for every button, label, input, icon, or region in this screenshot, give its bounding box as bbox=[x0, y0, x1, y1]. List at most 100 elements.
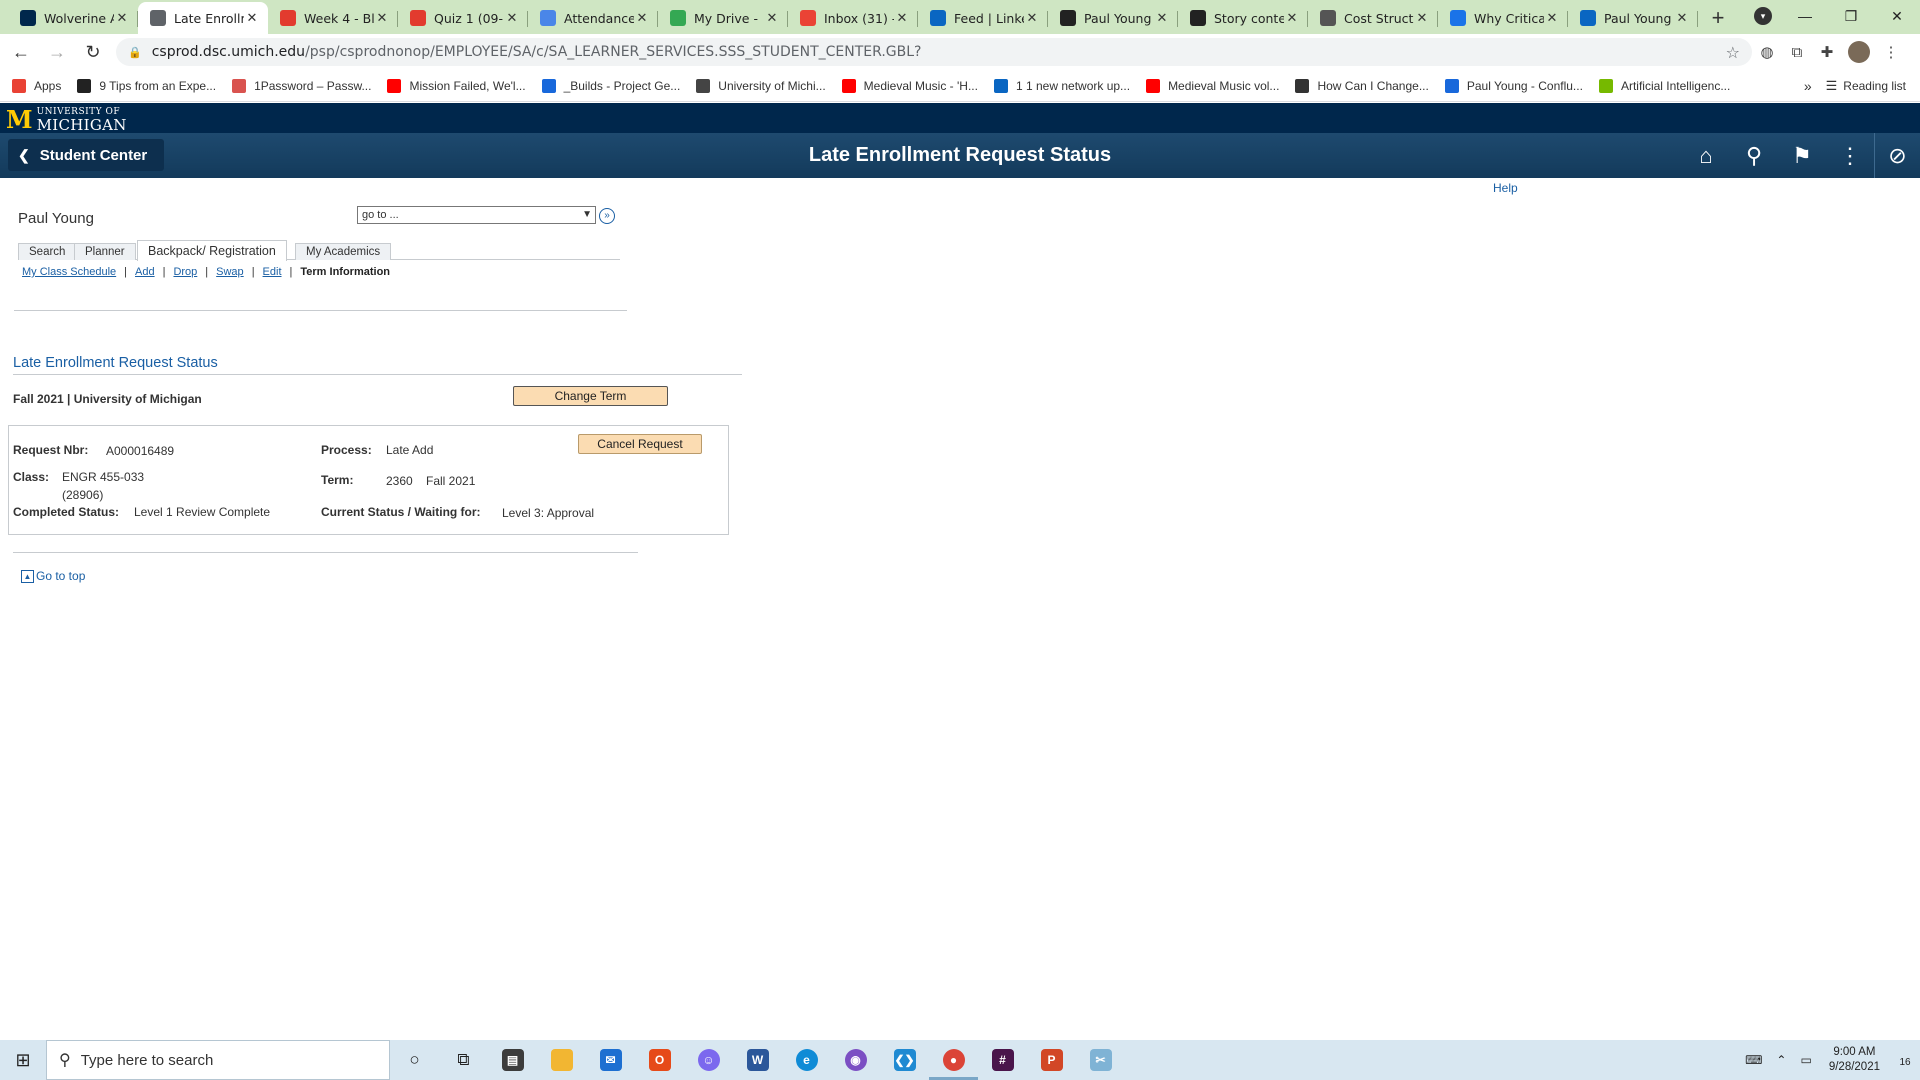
powerpoint-icon[interactable]: P bbox=[1027, 1040, 1076, 1080]
taskbar-search-box[interactable]: ⚲ Type here to search bbox=[46, 1040, 390, 1080]
bookmark-item[interactable]: 9 Tips from an Expe... bbox=[77, 78, 216, 93]
reload-icon[interactable]: ↻ bbox=[78, 37, 108, 67]
subnav-my-class-schedule[interactable]: My Class Schedule bbox=[22, 266, 116, 278]
more-bookmarks-icon[interactable]: » bbox=[1804, 78, 1812, 94]
screen-capture-icon[interactable]: ⧉ bbox=[1782, 44, 1812, 61]
university-logo[interactable]: M UNIVERSITY OF MICHIGAN bbox=[6, 107, 127, 133]
close-tab-icon[interactable]: ✕ bbox=[114, 11, 130, 26]
browser-tab[interactable]: Paul Young ✕ bbox=[1048, 2, 1178, 34]
go-to-top-link[interactable]: ▲ Go to top bbox=[21, 569, 85, 583]
bookmark-item[interactable]: Paul Young - Conflu... bbox=[1444, 78, 1583, 93]
lock-icon[interactable]: 🔒 bbox=[128, 46, 142, 59]
reading-list-button[interactable]: ☰ Reading list bbox=[1826, 78, 1906, 94]
goto-select[interactable]: go to ... ▼ bbox=[357, 206, 596, 224]
chrome-icon[interactable]: ● bbox=[929, 1040, 978, 1080]
windows-start-icon[interactable]: ⊞ bbox=[0, 1040, 46, 1080]
browser-tab[interactable]: Why Critica ✕ bbox=[1438, 2, 1568, 34]
chevron-up-icon[interactable]: ⌃ bbox=[1776, 1053, 1786, 1067]
profile-avatar[interactable] bbox=[1848, 41, 1870, 63]
bookmark-item[interactable]: _Builds - Project Ge... bbox=[541, 78, 680, 93]
tab-backpack-registration[interactable]: Backpack/ Registration bbox=[137, 240, 287, 261]
close-tab-icon[interactable]: ✕ bbox=[1544, 11, 1560, 26]
browser-tab[interactable]: Week 4 - Bl ✕ bbox=[268, 2, 398, 34]
edge-icon[interactable]: e bbox=[782, 1040, 831, 1080]
bookmark-item[interactable]: Medieval Music vol... bbox=[1146, 78, 1279, 93]
extensions-puzzle-icon[interactable]: ✚ bbox=[1812, 43, 1842, 61]
mail-icon[interactable]: ✉ bbox=[586, 1040, 635, 1080]
browser-tab[interactable]: Wolverine A ✕ bbox=[8, 2, 138, 34]
bookmark-item[interactable]: Apps bbox=[12, 78, 61, 93]
word-icon[interactable]: W bbox=[733, 1040, 782, 1080]
tab-my-academics[interactable]: My Academics bbox=[295, 243, 392, 260]
browser-tab[interactable]: My Drive - ✕ bbox=[658, 2, 788, 34]
close-tab-icon[interactable]: ✕ bbox=[1674, 11, 1690, 26]
address-bar[interactable]: 🔒 csprod.dsc.umich.edu/psp/csprodnonop/E… bbox=[116, 38, 1752, 66]
google-docs-icon bbox=[540, 10, 556, 26]
bookmark-star-icon[interactable]: ☆ bbox=[1726, 43, 1740, 62]
browser-tab[interactable]: Inbox (31) - ✕ bbox=[788, 2, 918, 34]
close-tab-icon[interactable]: ✕ bbox=[244, 11, 260, 26]
cancel-request-button[interactable]: Cancel Request bbox=[578, 434, 702, 454]
home-icon[interactable]: ⌂ bbox=[1682, 143, 1730, 169]
tab-search-icon[interactable]: ▾ bbox=[1754, 7, 1772, 25]
browser-tab[interactable]: Paul Young ✕ bbox=[1568, 2, 1698, 34]
navbar-compass-icon[interactable]: ⊘ bbox=[1874, 133, 1920, 178]
bookmark-item[interactable]: How Can I Change... bbox=[1295, 78, 1429, 93]
discord-icon[interactable]: ☺ bbox=[684, 1040, 733, 1080]
subnav-add[interactable]: Add bbox=[135, 266, 155, 278]
new-tab-button[interactable]: + bbox=[1702, 2, 1734, 34]
subnav-edit[interactable]: Edit bbox=[263, 266, 282, 278]
browser-tab[interactable]: Attendance ✕ bbox=[528, 2, 658, 34]
cortana-icon[interactable]: ○ bbox=[390, 1040, 439, 1080]
close-tab-icon[interactable]: ✕ bbox=[504, 11, 520, 26]
office-icon[interactable]: O bbox=[635, 1040, 684, 1080]
bookmark-item[interactable]: 1Password – Passw... bbox=[232, 78, 371, 93]
bookmark-item[interactable]: University of Michi... bbox=[696, 78, 826, 93]
go-arrow-icon[interactable]: » bbox=[599, 208, 615, 224]
keyboard-icon[interactable]: ⌨ bbox=[1745, 1053, 1762, 1067]
bookmark-item[interactable]: Mission Failed, We'l... bbox=[387, 78, 526, 93]
actions-menu-icon[interactable]: ⋮ bbox=[1826, 143, 1874, 169]
browser-tab[interactable]: Story conte ✕ bbox=[1178, 2, 1308, 34]
flag-icon[interactable]: ⚑ bbox=[1778, 143, 1826, 169]
slack-icon[interactable]: # bbox=[978, 1040, 1027, 1080]
store-icon[interactable]: ▤ bbox=[488, 1040, 537, 1080]
github-desktop-icon[interactable]: ◉ bbox=[831, 1040, 880, 1080]
close-tab-icon[interactable]: ✕ bbox=[1024, 11, 1040, 26]
subnav-drop[interactable]: Drop bbox=[173, 266, 197, 278]
file-explorer-icon[interactable] bbox=[537, 1040, 586, 1080]
close-tab-icon[interactable]: ✕ bbox=[764, 11, 780, 26]
browser-menu-icon[interactable]: ⋮ bbox=[1876, 43, 1906, 61]
tab-search[interactable]: Search bbox=[18, 243, 77, 260]
browser-tab[interactable]: Feed | Linke ✕ bbox=[918, 2, 1048, 34]
snipping-tool-icon[interactable]: ✂ bbox=[1076, 1040, 1125, 1080]
extension-icon[interactable]: ◍ bbox=[1752, 43, 1782, 61]
task-view-icon[interactable]: ⧉ bbox=[439, 1040, 488, 1080]
forward-arrow-icon[interactable]: → bbox=[42, 37, 72, 67]
close-tab-icon[interactable]: ✕ bbox=[634, 11, 650, 26]
minimize-button[interactable]: — bbox=[1782, 8, 1828, 24]
restore-button[interactable]: ❐ bbox=[1828, 8, 1874, 25]
bookmark-item[interactable]: 1 1 new network up... bbox=[993, 78, 1130, 93]
browser-tab[interactable]: Quiz 1 (09- ✕ bbox=[398, 2, 528, 34]
close-tab-icon[interactable]: ✕ bbox=[894, 11, 910, 26]
bookmark-item[interactable]: Medieval Music - 'H... bbox=[841, 78, 978, 93]
bookmark-item[interactable]: Artificial Intelligenc... bbox=[1598, 78, 1730, 93]
battery-icon[interactable]: ▭ bbox=[1800, 1053, 1811, 1067]
subnav-swap[interactable]: Swap bbox=[216, 266, 244, 278]
close-tab-icon[interactable]: ✕ bbox=[374, 11, 390, 26]
search-icon[interactable]: ⚲ bbox=[1730, 143, 1778, 169]
vscode-icon[interactable]: ❮❯ bbox=[880, 1040, 929, 1080]
close-tab-icon[interactable]: ✕ bbox=[1284, 11, 1300, 26]
browser-tab[interactable]: Late Enrollm✕ bbox=[138, 2, 268, 34]
close-tab-icon[interactable]: ✕ bbox=[1414, 11, 1430, 26]
taskbar-clock[interactable]: 9:00 AM 9/28/2021 bbox=[1829, 1045, 1880, 1075]
tab-planner[interactable]: Planner bbox=[74, 243, 136, 260]
close-window-button[interactable]: ✕ bbox=[1874, 8, 1920, 25]
notifications-icon[interactable]: 16 bbox=[1890, 1052, 1920, 1069]
close-tab-icon[interactable]: ✕ bbox=[1154, 11, 1170, 26]
browser-tab[interactable]: Cost Structu ✕ bbox=[1308, 2, 1438, 34]
change-term-button[interactable]: Change Term bbox=[513, 386, 668, 406]
back-arrow-icon[interactable]: ← bbox=[6, 37, 36, 67]
help-link[interactable]: Help bbox=[1493, 181, 1518, 195]
